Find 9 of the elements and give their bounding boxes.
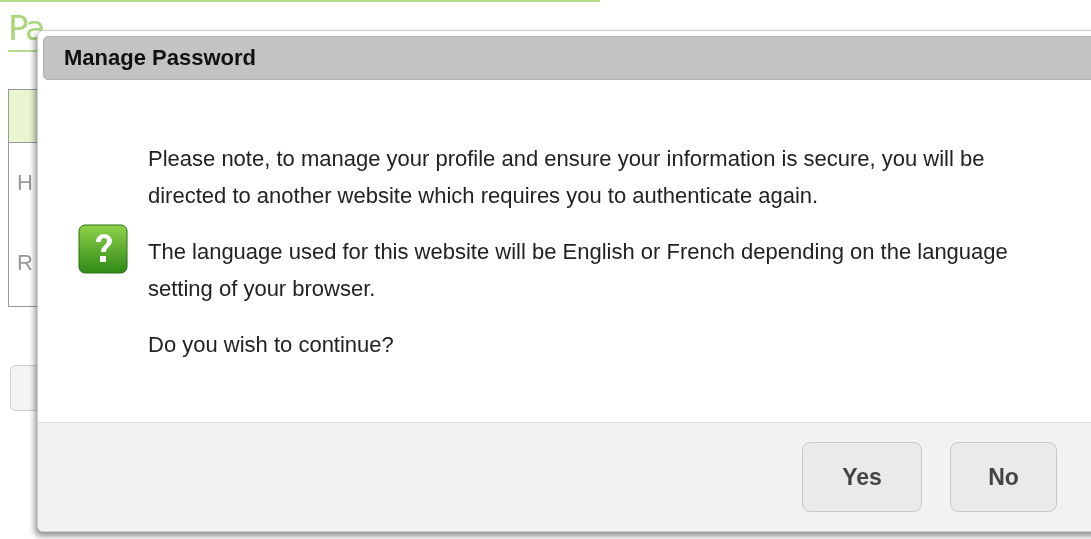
message-text: Do you wish to continue? xyxy=(148,330,395,359)
message-text: The language used for this website will be English or French depending on the language setting of your browser. xyxy=(148,237,1009,303)
dialog-title: Manage Password xyxy=(43,36,1091,80)
question-icon xyxy=(78,224,128,274)
dialog-button[interactable]: No xyxy=(950,442,1057,512)
table-cell-text: R xyxy=(16,250,33,276)
dialog-button[interactable]: Yes xyxy=(802,442,922,512)
message-text: Please note, to manage your profile and ensure your information is secure, you will be directed to another website which requires you to authenticate again. xyxy=(148,144,986,210)
table-cell-text: H xyxy=(16,170,33,196)
